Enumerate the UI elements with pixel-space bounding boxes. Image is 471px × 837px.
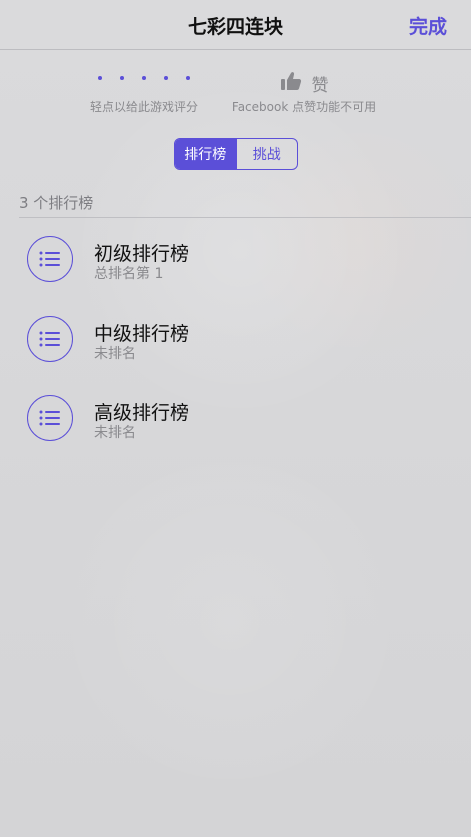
tab-leaderboards[interactable]: 排行榜: [175, 139, 236, 169]
list-icon: [27, 395, 73, 441]
rate-caption: 轻点以给此游戏评分: [89, 100, 198, 114]
rating-dots[interactable]: [98, 70, 190, 86]
rate-game-control[interactable]: 轻点以给此游戏评分: [84, 70, 204, 115]
thumbs-up-icon: [280, 71, 302, 95]
leaderboard-rank: 总排名第 1: [94, 266, 164, 282]
done-button[interactable]: 完成: [409, 12, 447, 39]
like-button: 赞: [228, 70, 380, 96]
rating-dot-3[interactable]: [142, 76, 146, 80]
rating-dot-5[interactable]: [186, 76, 190, 80]
like-label: 赞: [311, 75, 329, 96]
game-center-page: 七彩四连块 完成 轻点以给此游戏评分 赞 Facebook 点赞功能不可用 排行…: [0, 0, 471, 837]
list-icon: [27, 316, 73, 362]
rating-dot-2[interactable]: [120, 76, 124, 80]
rating-dot-1[interactable]: [98, 76, 102, 80]
leaderboard-title: 中级排行榜: [94, 323, 190, 345]
leaderboard-row-intermediate[interactable]: 中级排行榜 未排名: [0, 316, 471, 396]
leaderboard-rank: 未排名: [94, 425, 136, 441]
segmented-control: 排行榜 挑战: [174, 138, 298, 170]
like-caption: Facebook 点赞功能不可用: [231, 100, 377, 114]
rating-dot-4[interactable]: [164, 76, 168, 80]
section-header: 3 个排行榜: [19, 194, 94, 212]
facebook-like-control: 赞 Facebook 点赞功能不可用: [228, 70, 380, 115]
tab-challenges[interactable]: 挑战: [235, 139, 298, 169]
section-divider: [19, 217, 471, 218]
leaderboard-title: 初级排行榜: [94, 243, 190, 265]
leaderboard-rank: 未排名: [94, 346, 136, 362]
navigation-bar: 七彩四连块 完成: [0, 0, 471, 50]
leaderboard-row-advanced[interactable]: 高级排行榜 未排名: [0, 395, 471, 475]
leaderboard-row-beginner[interactable]: 初级排行榜 总排名第 1: [0, 236, 471, 316]
leaderboard-title: 高级排行榜: [94, 402, 190, 424]
list-icon: [27, 236, 73, 282]
page-title: 七彩四连块: [187, 16, 283, 38]
